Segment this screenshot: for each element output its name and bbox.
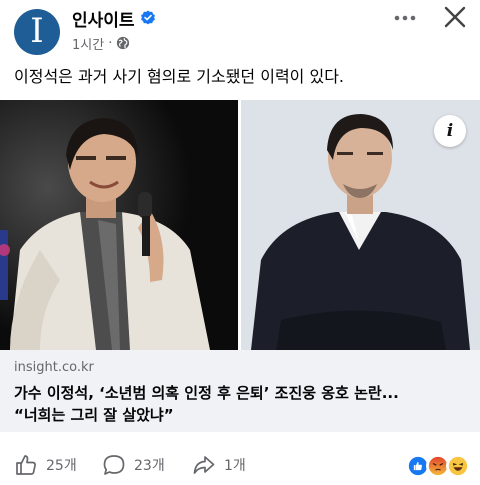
link-preview[interactable]: insight.co.kr 가수 이정석, ‘소년범 의혹 인정 후 은퇴’ 조… [0,350,480,432]
post-meta: 1시간 · [72,34,130,53]
comment-button[interactable]: 23개 [102,452,165,478]
post-header: I 인사이트 1시간 · [0,0,480,62]
name-row: 인사이트 [72,6,156,31]
post-time[interactable]: 1시간 [72,34,104,53]
post-images[interactable] [0,100,480,350]
page-avatar[interactable]: I [14,9,60,55]
action-bar: 25개 23개 1개 [0,446,480,482]
share-count: 1개 [224,458,246,474]
photo-singer-on-stage[interactable] [0,100,238,350]
link-title[interactable]: 가수 이정석, ‘소년범 의혹 인정 후 은퇴’ 조진웅 옹호 논란... “너… [14,382,470,426]
globe-icon [117,36,130,50]
page-name[interactable]: 인사이트 [72,6,135,31]
link-domain: insight.co.kr [14,360,94,375]
reaction-summary[interactable] [406,454,470,478]
like-icon [16,455,36,475]
comment-count: 23개 [134,458,165,474]
like-button[interactable]: 25개 [14,452,77,478]
info-icon[interactable]: i [434,115,466,147]
close-icon[interactable] [440,4,470,32]
link-title-line-2: “너희는 그리 잘 살았냐” [14,406,174,424]
meta-separator: · [108,35,113,51]
avatar-letter: I [30,11,44,51]
comment-icon [103,455,125,475]
like-count: 25개 [46,458,77,474]
share-icon [193,456,215,474]
more-icon[interactable] [388,6,422,30]
link-title-line-1: 가수 이정석, ‘소년범 의혹 인정 후 은퇴’ 조진웅 옹호 논란... [14,384,399,402]
haha-reaction-icon [446,454,470,478]
post-text: 이정석은 과거 사기 혐의로 기소됐던 이력이 있다. [14,67,345,86]
share-button[interactable]: 1개 [192,452,246,478]
verified-icon [140,10,155,25]
